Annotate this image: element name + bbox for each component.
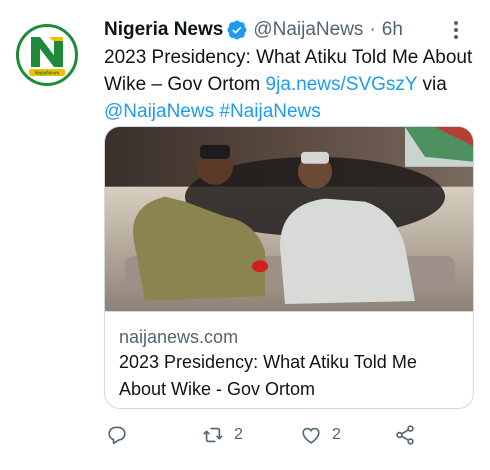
like-count: 2 bbox=[332, 426, 341, 443]
share-button[interactable] bbox=[394, 422, 416, 448]
tweet[interactable]: NaijaNews Nigeria News @NaijaNews · 6h 2… bbox=[0, 0, 490, 470]
tweet-text-via: via bbox=[417, 74, 447, 95]
tweet-header: Nigeria News @NaijaNews · 6h bbox=[104, 18, 403, 42]
hashtag-link[interactable]: #NaijaNews bbox=[219, 101, 320, 122]
retweet-button[interactable]: 2 bbox=[202, 422, 243, 448]
short-link[interactable]: 9ja.news/SVGszY bbox=[266, 74, 418, 95]
like-button[interactable]: 2 bbox=[300, 422, 341, 448]
retweet-icon bbox=[203, 427, 223, 443]
timestamp[interactable]: 6h bbox=[382, 19, 403, 41]
display-name[interactable]: Nigeria News bbox=[104, 19, 223, 41]
reply-icon bbox=[108, 426, 126, 445]
share-icon bbox=[396, 425, 414, 445]
handle[interactable]: @NaijaNews bbox=[253, 19, 363, 41]
card-domain: naijanews.com bbox=[119, 327, 239, 347]
more-options-icon[interactable] bbox=[446, 18, 466, 42]
reply-button[interactable] bbox=[106, 422, 128, 448]
avatar[interactable]: NaijaNews bbox=[16, 24, 78, 86]
mention-link[interactable]: @NaijaNews bbox=[104, 101, 214, 122]
tweet-text: 2023 Presidency: What Atiku Told Me Abou… bbox=[104, 44, 474, 125]
heart-icon bbox=[302, 427, 320, 444]
link-card[interactable]: naijanews.com 2023 Presidency: What Atik… bbox=[104, 126, 474, 409]
card-title: 2023 Presidency: What Atiku Told Me Abou… bbox=[119, 352, 417, 399]
action-bar: 2 2 bbox=[104, 422, 424, 448]
verified-badge-icon bbox=[227, 20, 247, 40]
separator-dot: · bbox=[369, 19, 376, 40]
card-image[interactable] bbox=[105, 127, 474, 312]
naijanews-logo: NaijaNews bbox=[27, 35, 67, 77]
retweet-count: 2 bbox=[234, 426, 243, 443]
logo-text: NaijaNews bbox=[34, 71, 59, 77]
